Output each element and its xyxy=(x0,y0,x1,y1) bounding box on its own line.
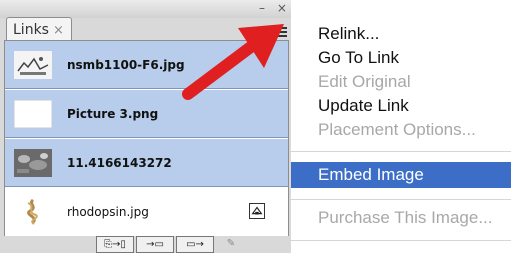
menu-item-embed-image[interactable]: Embed Image xyxy=(291,162,511,188)
link-name: 11.4166143272 xyxy=(67,156,172,170)
annotation-arrow-icon xyxy=(182,24,284,100)
menu-item-update-link[interactable]: Update Link xyxy=(291,94,511,118)
embedded-status-icon xyxy=(249,203,265,219)
edit-original-button[interactable]: ✎ xyxy=(216,236,246,253)
link-row-rhodopsin[interactable]: rhodopsin.jpg xyxy=(5,188,288,236)
go-to-link-button[interactable]: →▭ xyxy=(136,236,174,253)
relink-button[interactable]: ⎘→▯ xyxy=(96,236,134,253)
menu-separator xyxy=(291,240,511,241)
thumbnail-picture3-icon xyxy=(14,100,52,128)
menu-item-placement-options: Placement Options... xyxy=(318,120,476,139)
menu-item-relink[interactable]: Relink... xyxy=(291,22,511,46)
link-name: Picture 3.png xyxy=(67,107,159,121)
menu-item-purchase-image: Purchase This Image... xyxy=(318,208,493,227)
tab-close-icon[interactable]: × xyxy=(53,23,64,38)
panel-window-controls[interactable]: – × xyxy=(259,2,291,16)
thumbnail-rhodopsin-icon xyxy=(14,198,52,226)
links-toolbar: ⎘→▯ →▭ ▭→ ✎ xyxy=(96,236,256,253)
link-name: nsmb1100-F6.jpg xyxy=(67,58,185,72)
tab-links-label: Links xyxy=(13,22,49,38)
tab-links[interactable]: Links × xyxy=(6,17,72,41)
menu-item-edit-original: Edit Original xyxy=(318,72,411,91)
panel-context-menu: Relink... Go To Link Edit Original Updat… xyxy=(291,0,511,253)
menu-separator xyxy=(291,199,511,200)
link-name: rhodopsin.jpg xyxy=(67,205,149,219)
menu-separator xyxy=(291,151,511,152)
link-row-11-4166143272[interactable]: 11.4166143272 xyxy=(5,139,288,187)
menu-item-go-to-link[interactable]: Go To Link xyxy=(291,46,511,70)
panel-title-bar xyxy=(0,0,291,18)
thumbnail-gel-photo-icon xyxy=(14,149,52,177)
thumbnail-nsmb1100-icon xyxy=(14,51,52,79)
update-link-button[interactable]: ▭→ xyxy=(176,236,214,253)
